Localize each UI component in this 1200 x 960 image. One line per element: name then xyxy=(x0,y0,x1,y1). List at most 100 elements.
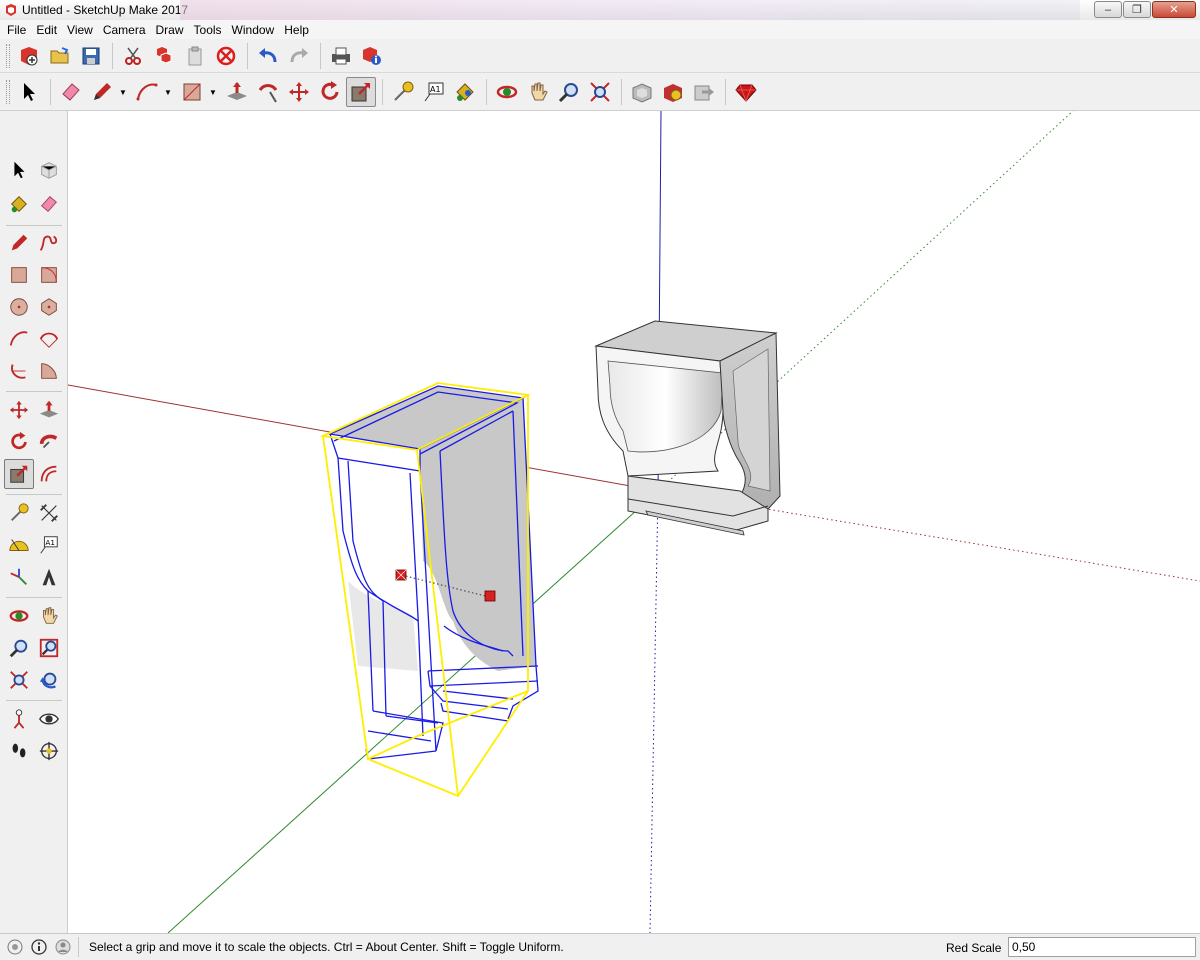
lt-offset-button[interactable] xyxy=(34,459,64,489)
lt-3d-text-button[interactable] xyxy=(34,562,64,592)
lt-freehand-button[interactable] xyxy=(34,228,64,258)
ruby-console-button[interactable] xyxy=(731,77,761,107)
menu-help[interactable]: Help xyxy=(279,23,314,37)
lt-pan-button[interactable] xyxy=(34,601,64,631)
sign-in-button[interactable] xyxy=(54,938,72,956)
lt-zoom-window-button[interactable] xyxy=(34,633,64,663)
rectangle-dropdown[interactable]: ▼ xyxy=(208,77,218,107)
eraser-tool-button[interactable] xyxy=(56,77,86,107)
print-button[interactable] xyxy=(326,41,356,71)
share-model-button[interactable] xyxy=(689,77,719,107)
paste-button[interactable] xyxy=(180,41,210,71)
eraser-icon xyxy=(62,83,80,101)
lt-look-around-button[interactable] xyxy=(34,704,64,734)
tool-separator xyxy=(6,225,62,226)
lt-zoom-extents-button[interactable] xyxy=(4,665,34,695)
lt-previous-view-button[interactable] xyxy=(34,665,64,695)
move-tool-button[interactable] xyxy=(284,77,314,107)
menu-window[interactable]: Window xyxy=(227,23,280,37)
save-button[interactable] xyxy=(76,41,106,71)
lt-circle-button[interactable] xyxy=(4,292,34,322)
toolbar-grip[interactable] xyxy=(6,43,10,68)
lt-rectangle-button[interactable] xyxy=(4,260,34,290)
pan-tool-button[interactable] xyxy=(523,77,553,107)
zoom-extents-tool-button[interactable] xyxy=(585,77,615,107)
lt-three-point-arc-button[interactable] xyxy=(4,356,34,386)
cut-button[interactable] xyxy=(118,41,148,71)
select-tool-button[interactable] xyxy=(14,77,44,107)
lt-push-pull-button[interactable] xyxy=(34,395,64,425)
lt-text-button[interactable]: A1 xyxy=(34,530,64,560)
menu-edit[interactable]: Edit xyxy=(31,23,62,37)
lt-move-button[interactable] xyxy=(4,395,34,425)
toolbar-grip[interactable] xyxy=(6,80,10,104)
warehouse-button[interactable] xyxy=(627,77,657,107)
open-button[interactable] xyxy=(45,41,75,71)
lt-scale-button[interactable] xyxy=(4,459,34,489)
arc-dropdown[interactable]: ▼ xyxy=(163,77,173,107)
new-button[interactable] xyxy=(14,41,44,71)
lt-select-button[interactable] xyxy=(4,155,34,185)
lt-position-camera-button[interactable] xyxy=(4,704,34,734)
lt-section-plane-button[interactable] xyxy=(34,736,64,766)
undo-button[interactable] xyxy=(253,41,283,71)
lt-polygon-button[interactable] xyxy=(34,292,64,322)
lt-line-button[interactable] xyxy=(4,228,34,258)
lt-paint-bucket-button[interactable] xyxy=(4,189,34,219)
lt-rotate-button[interactable] xyxy=(4,427,34,457)
menu-view[interactable]: View xyxy=(62,23,98,37)
minimize-button[interactable]: – xyxy=(1094,1,1122,18)
measurements-label: Red Scale xyxy=(946,941,1002,955)
paint-bucket-tool-button[interactable] xyxy=(450,77,480,107)
lt-arc-button[interactable] xyxy=(4,324,34,354)
scale-grip[interactable] xyxy=(484,590,496,602)
follow-me-tool-button[interactable] xyxy=(253,77,283,107)
rotate-icon xyxy=(321,81,339,100)
pencil-tool-button[interactable] xyxy=(87,77,117,107)
drawing-area[interactable] xyxy=(68,111,1200,933)
redo-button[interactable] xyxy=(284,41,314,71)
menu-tools[interactable]: Tools xyxy=(189,23,227,37)
lt-protractor-button[interactable] xyxy=(4,530,34,560)
lt-axes-button[interactable] xyxy=(4,562,34,592)
lt-orbit-button[interactable] xyxy=(4,601,34,631)
credits-button[interactable] xyxy=(30,938,48,956)
measurements-input[interactable]: 0,50 xyxy=(1008,937,1196,957)
zoom-tool-button[interactable] xyxy=(554,77,584,107)
orbit-tool-button[interactable] xyxy=(492,77,522,107)
scale-grip[interactable] xyxy=(395,569,407,581)
menu-camera[interactable]: Camera xyxy=(98,23,151,37)
lt-follow-me-button[interactable] xyxy=(34,427,64,457)
erase-button[interactable] xyxy=(211,41,241,71)
lt-two-point-arc-button[interactable] xyxy=(34,324,64,354)
pencil-dropdown[interactable]: ▼ xyxy=(118,77,128,107)
ruby-icon xyxy=(735,84,757,102)
lt-eraser-button[interactable] xyxy=(34,189,64,219)
lt-make-component-button[interactable] xyxy=(34,155,64,185)
copy-button[interactable] xyxy=(149,41,179,71)
menu-file[interactable]: File xyxy=(2,23,31,37)
close-button[interactable]: ✕ xyxy=(1152,1,1196,18)
rectangle-tool-button[interactable] xyxy=(177,77,207,107)
lt-tape-measure-button[interactable] xyxy=(4,498,34,528)
maximize-button[interactable]: ❐ xyxy=(1123,1,1151,18)
lt-rotated-rectangle-button[interactable] xyxy=(34,260,64,290)
lt-pie-button[interactable] xyxy=(34,356,64,386)
arc-tool-button[interactable] xyxy=(132,77,162,107)
model-canvas[interactable] xyxy=(68,111,1200,933)
lt-walk-button[interactable] xyxy=(4,736,34,766)
push-pull-tool-button[interactable] xyxy=(222,77,252,107)
scale-tool-button[interactable] xyxy=(346,77,376,107)
corbel-selected[interactable] xyxy=(319,382,539,798)
rotate-tool-button[interactable] xyxy=(315,77,345,107)
geo-location-button[interactable] xyxy=(6,938,24,956)
extension-warehouse-button[interactable] xyxy=(658,77,688,107)
background-blur xyxy=(180,0,1080,20)
corbel-original[interactable] xyxy=(594,320,781,536)
text-tool-button[interactable]: A1 xyxy=(419,77,449,107)
lt-dimension-button[interactable] xyxy=(34,498,64,528)
lt-zoom-button[interactable] xyxy=(4,633,34,663)
tape-measure-tool-button[interactable] xyxy=(388,77,418,107)
model-info-button[interactable] xyxy=(357,41,387,71)
menu-draw[interactable]: Draw xyxy=(151,23,189,37)
